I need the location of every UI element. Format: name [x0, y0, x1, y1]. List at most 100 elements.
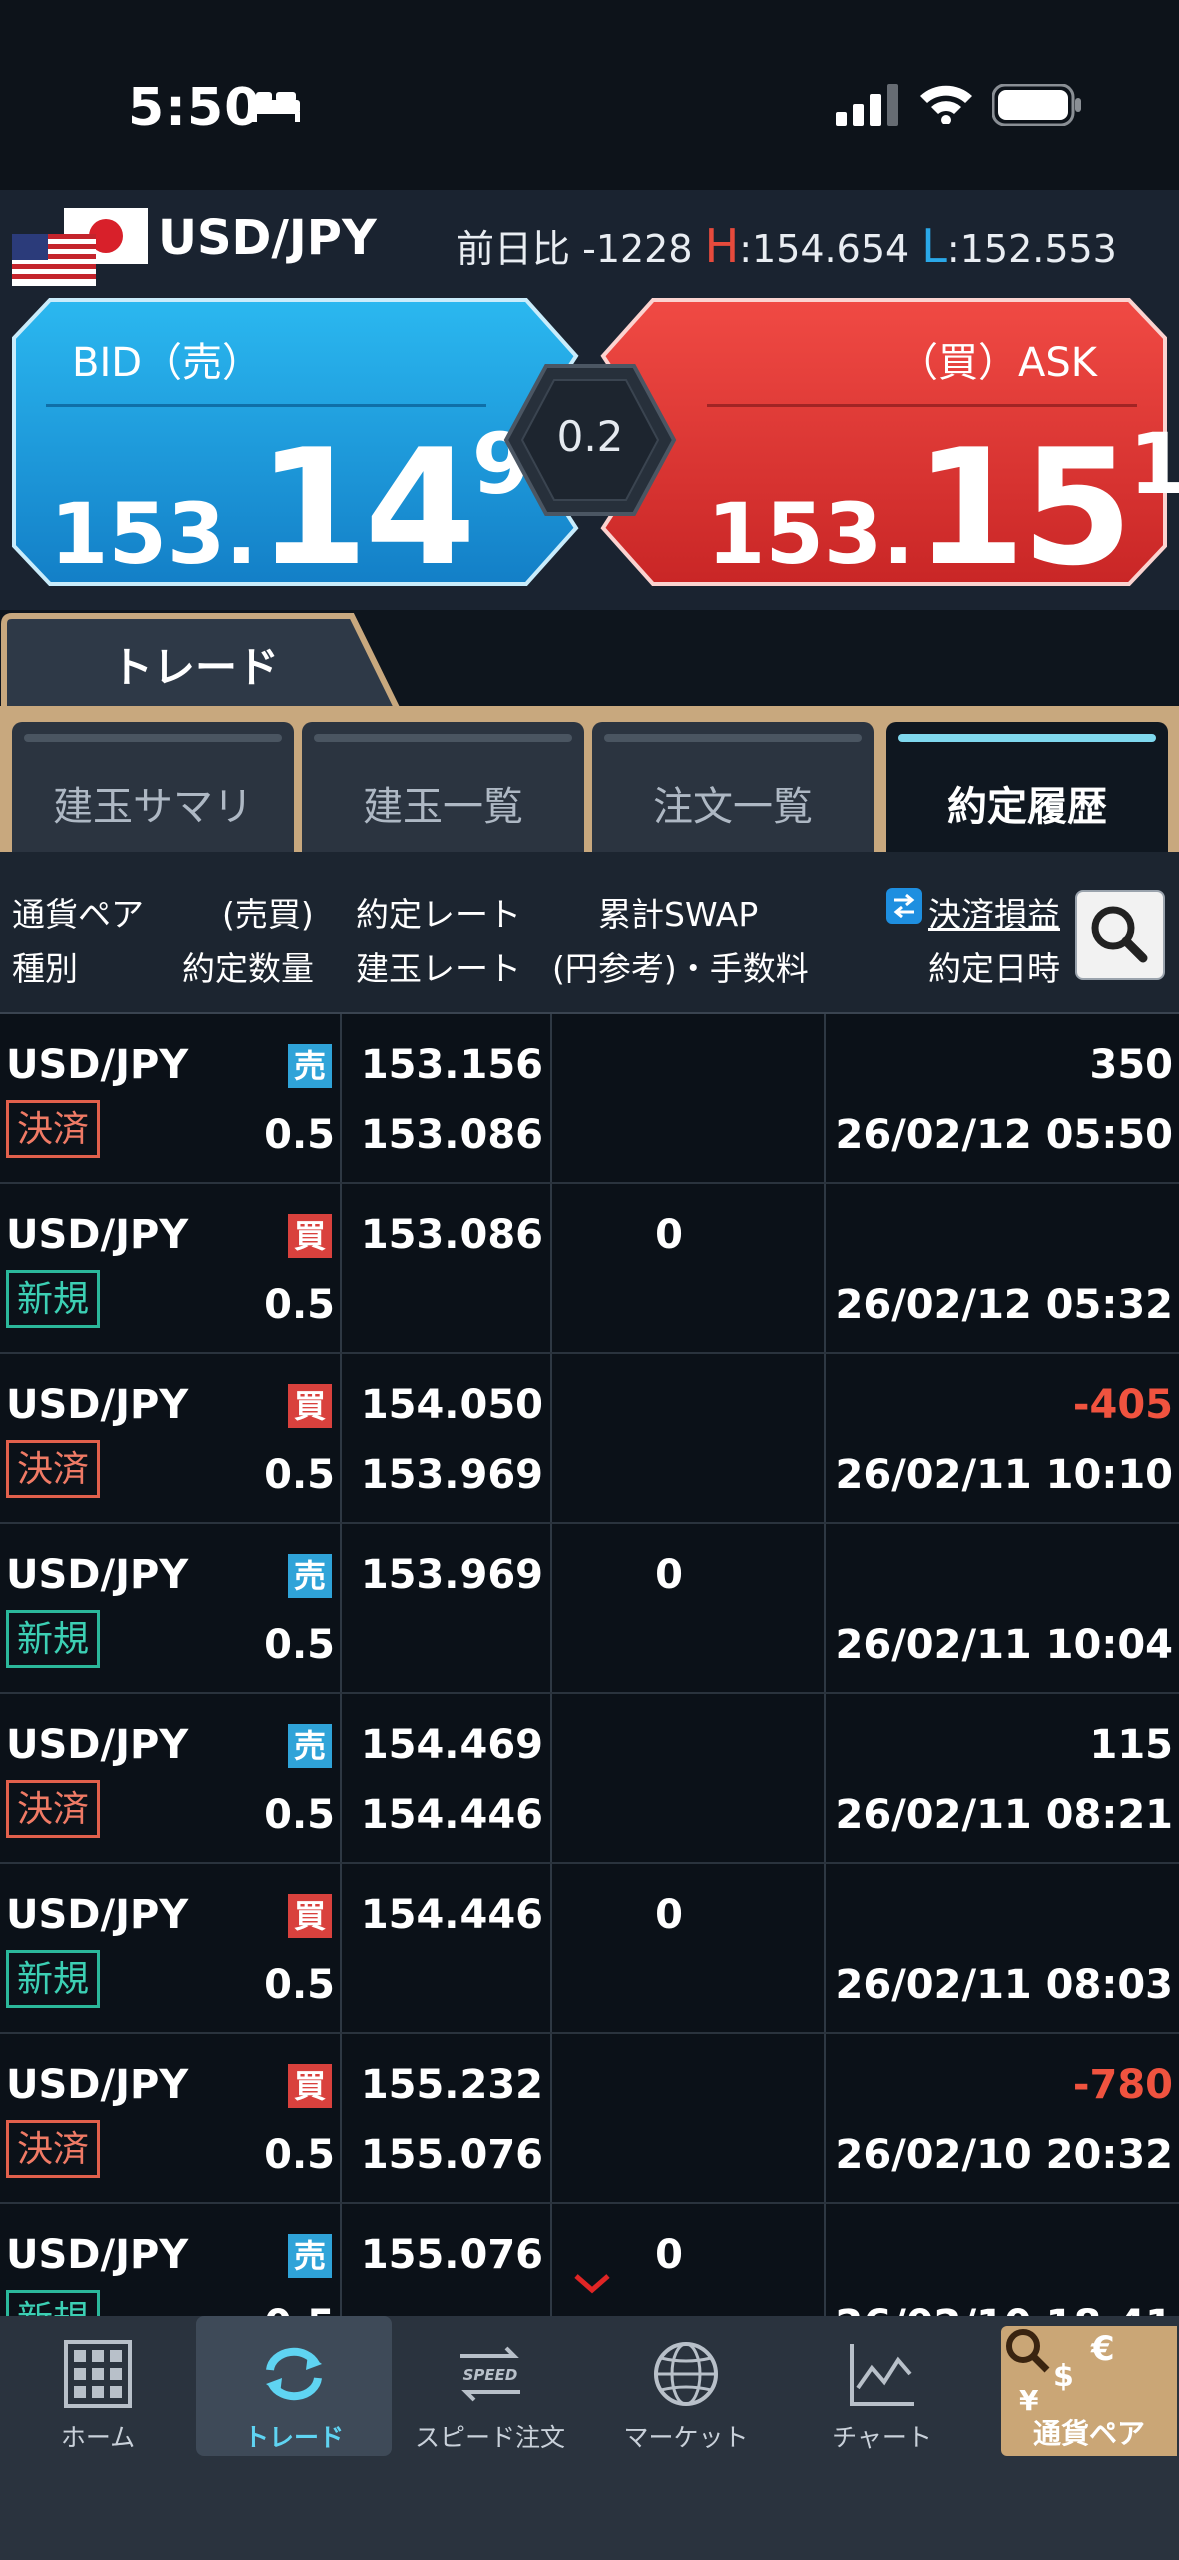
- row-datetime: 26/02/10 20:32: [835, 2132, 1173, 2178]
- globe-icon: [654, 2342, 718, 2406]
- svg-text:$: $: [1053, 2359, 1074, 2394]
- scroll-down-chevron-icon[interactable]: [572, 2270, 612, 2296]
- tab-position-summary[interactable]: 建玉サマリ: [12, 722, 294, 852]
- nav-home[interactable]: ホーム: [0, 2316, 196, 2456]
- row-swap: 0: [655, 1552, 683, 1598]
- col-exec-rate: 約定レート: [356, 895, 521, 934]
- col-pair: 通貨ペア: [12, 895, 144, 934]
- nav-chart[interactable]: チャート: [784, 2316, 980, 2456]
- history-row[interactable]: USD/JPY 売決済 0.5 153.156 153.086 350 26/02/12 0…: [0, 1014, 1179, 1184]
- ask-button[interactable]: （買）ASK 153.151: [597, 296, 1179, 601]
- col-pos-rate: 建玉レート: [356, 949, 521, 988]
- nav-market[interactable]: マーケット: [588, 2316, 784, 2456]
- row-quantity: 0.5: [264, 1452, 335, 1498]
- row-side-badge: 買: [288, 1384, 332, 1428]
- col-fee: (円参考)・手数料: [552, 949, 809, 988]
- change-label: 前日比: [456, 227, 571, 271]
- row-pair: USD/JPY: [6, 1042, 189, 1088]
- row-side-badge: 売: [288, 1554, 332, 1598]
- bed-icon: [252, 92, 300, 122]
- row-position-rate: 154.446: [360, 1792, 543, 1838]
- row-datetime: 26/02/10 18:41: [836, 2302, 1173, 2316]
- row-pair: USD/JPY: [6, 1552, 189, 1598]
- battery-icon: [992, 84, 1081, 126]
- row-side-badge: 買: [288, 2064, 332, 2108]
- bid-button[interactable]: BID（売） 153.149: [10, 296, 582, 601]
- spread-value: 0.2: [556, 412, 624, 461]
- low-value: 152.553: [959, 227, 1117, 271]
- status-time: 5:50: [128, 78, 262, 138]
- row-type-badge: 新規: [6, 1950, 101, 2008]
- col-side: (売買): [222, 895, 314, 934]
- row-exec-rate: 153.969: [360, 1552, 543, 1598]
- history-row[interactable]: USD/JPY 買新規 0.5 153.086 0 26/02/12 05:32: [0, 1184, 1179, 1354]
- row-quantity: 0.5: [264, 1282, 335, 1328]
- row-profit-loss: 115: [1089, 1722, 1174, 1768]
- row-exec-rate: 155.232: [360, 2062, 543, 2108]
- row-position-rate: 153.086: [360, 1112, 543, 1158]
- nav-trade[interactable]: トレード: [196, 2316, 392, 2456]
- history-row[interactable]: USD/JPY 買決済 0.5 155.232 155.076 -780 26/02/10 …: [0, 2034, 1179, 2204]
- row-profit-loss: -780: [1072, 2062, 1173, 2108]
- row-type-badge: 決済: [6, 2120, 101, 2178]
- execution-history-list: USD/JPY 売決済 0.5 153.156 153.086 350 26/02/12 0…: [0, 1014, 1179, 2316]
- low-label: L: [921, 219, 947, 273]
- history-row[interactable]: USD/JPY 売新規 0.5 153.969 0 26/02/11 10:04: [0, 1524, 1179, 1694]
- home-grid-icon: [64, 2340, 132, 2408]
- trade-cycle-icon: [266, 2347, 322, 2401]
- nav-speed-order[interactable]: SPEED スピード注文: [392, 2316, 588, 2456]
- row-pair: USD/JPY: [6, 1892, 189, 1938]
- pair-header: USD/JPY 前日比 -1228 H:154.654 L:152.553: [0, 190, 1179, 290]
- col-type: 種別: [12, 949, 78, 988]
- row-side-badge: 売: [288, 1044, 332, 1088]
- bottom-tab-bar: ホーム トレード SPEED スピード注文 マーケット チャート € $ ¥ 通…: [0, 2316, 1179, 2560]
- row-position-rate: 155.076: [360, 2132, 543, 2178]
- swap-toggle-icon[interactable]: [886, 888, 922, 924]
- row-datetime: 26/02/11 08:21: [835, 1792, 1173, 1838]
- row-exec-rate: 153.086: [360, 1212, 543, 1258]
- tab-position-list[interactable]: 建玉一覧: [302, 722, 584, 852]
- usd-jpy-flag-icon: [12, 208, 148, 286]
- row-quantity: 0.5: [264, 1792, 335, 1838]
- cellular-signal-icon: [836, 84, 898, 126]
- row-quantity: 0.5: [264, 1622, 335, 1668]
- row-exec-rate: 154.446: [360, 1892, 543, 1938]
- history-row[interactable]: USD/JPY 売決済 0.5 154.469 154.446 115 26/02/11 0…: [0, 1694, 1179, 1864]
- row-exec-rate: 154.050: [360, 1382, 543, 1428]
- row-type-badge: 新規: [6, 2290, 101, 2316]
- trade-tab-label: トレード: [110, 643, 279, 692]
- bid-price: 153.149: [50, 414, 531, 601]
- ask-price: 153.151: [707, 414, 1179, 601]
- row-type-badge: 新規: [6, 1270, 101, 1328]
- row-pair: USD/JPY: [6, 2062, 189, 2108]
- row-position-rate: 153.969: [360, 1452, 543, 1498]
- row-datetime: 26/02/12 05:32: [835, 1282, 1173, 1328]
- row-exec-rate: 154.469: [360, 1722, 543, 1768]
- search-button[interactable]: [1075, 890, 1165, 980]
- row-exec-rate: 155.076: [360, 2232, 543, 2278]
- history-row[interactable]: USD/JPY 売新規 0.5 155.076 0 26/02/10 18:41: [0, 2204, 1179, 2316]
- col-pl[interactable]: 決済損益: [928, 888, 1060, 936]
- row-pair: USD/JPY: [6, 2232, 189, 2278]
- bid-label: BID（売）: [72, 340, 263, 386]
- currency-pair-button[interactable]: € $ ¥ 通貨ペア: [1001, 2326, 1177, 2456]
- pair-name[interactable]: USD/JPY: [158, 210, 377, 266]
- col-swap: 累計SWAP: [598, 895, 759, 934]
- trade-section-tab[interactable]: トレード: [0, 610, 410, 717]
- row-type-badge: 決済: [6, 1780, 101, 1838]
- row-datetime: 26/02/12 05:50: [835, 1112, 1173, 1158]
- tab-execution-history[interactable]: 約定履歴: [886, 722, 1168, 852]
- history-row[interactable]: USD/JPY 買決済 0.5 154.050 153.969 -405 26/02/11 …: [0, 1354, 1179, 1524]
- row-profit-loss: -405: [1072, 1382, 1173, 1428]
- row-exec-rate: 153.156: [360, 1042, 543, 1088]
- table-header: 通貨ペア (売買) 種別 約定数量 約定レート 建玉レート 累計SWAP (円参…: [0, 852, 1179, 1014]
- row-datetime: 26/02/11 08:03: [835, 1962, 1173, 2008]
- col-qty: 約定数量: [182, 949, 314, 988]
- history-row[interactable]: USD/JPY 買新規 0.5 154.446 0 26/02/11 08:03: [0, 1864, 1179, 2034]
- high-label: H: [704, 219, 740, 273]
- change-value: -1228: [582, 227, 693, 271]
- tab-order-list[interactable]: 注文一覧: [592, 722, 874, 852]
- row-type-badge: 決済: [6, 1100, 101, 1158]
- row-pair: USD/JPY: [6, 1212, 189, 1258]
- row-swap: 0: [655, 1892, 683, 1938]
